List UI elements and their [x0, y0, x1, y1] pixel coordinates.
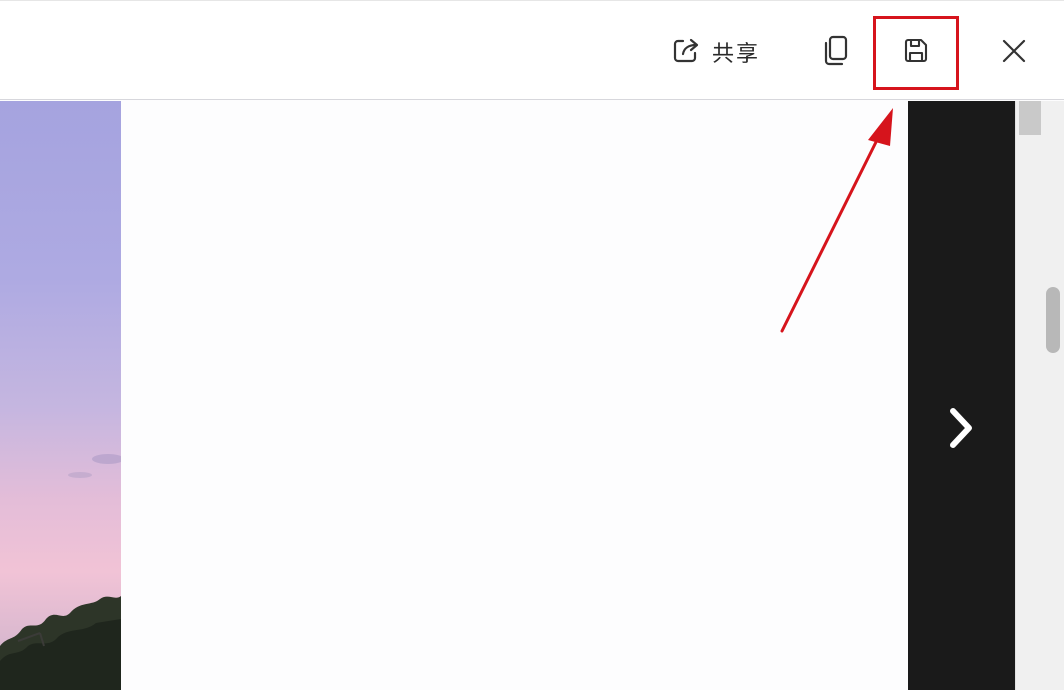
image-content-area — [121, 101, 908, 690]
copy-button[interactable] — [816, 33, 856, 73]
next-button[interactable] — [938, 401, 984, 459]
image-viewer: 共享 — [0, 0, 1064, 690]
save-button[interactable] — [894, 33, 938, 73]
save-icon — [901, 36, 931, 70]
close-icon — [1000, 37, 1028, 69]
sky-photo-thumbnail[interactable] — [0, 101, 121, 690]
scroll-up-button[interactable] — [1019, 101, 1041, 135]
scroll-thumb[interactable] — [1046, 287, 1060, 353]
share-button[interactable]: 共享 — [670, 31, 782, 73]
share-label: 共享 — [712, 42, 761, 67]
share-icon — [670, 34, 702, 70]
chevron-right-icon — [945, 405, 977, 455]
copy-icon — [820, 34, 852, 72]
top-toolbar: 共享 — [0, 0, 1064, 100]
next-image-panel[interactable] — [908, 101, 1015, 690]
vertical-scrollbar[interactable] — [1015, 101, 1064, 690]
close-button[interactable] — [994, 33, 1034, 73]
